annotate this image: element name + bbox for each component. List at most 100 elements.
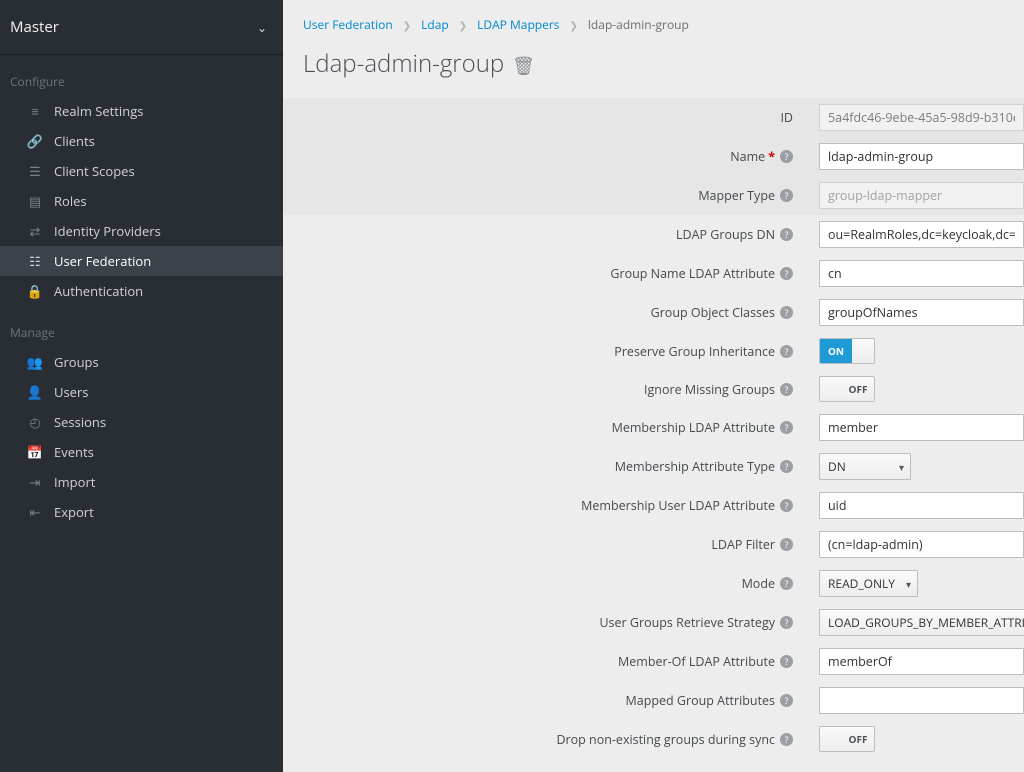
row-preserve-group-inheritance: Preserve Group Inheritance ? ON OFF xyxy=(283,332,1024,370)
sidebar-item-label: Export xyxy=(54,503,94,521)
chevron-right-icon: ❯ xyxy=(403,18,411,32)
breadcrumb-user-federation[interactable]: User Federation xyxy=(303,16,393,33)
label-mapper-type: Mapper Type xyxy=(698,187,775,204)
input-membership-user-ldap-attr[interactable] xyxy=(819,492,1024,519)
sidebar-item-events[interactable]: 📅 Events xyxy=(0,437,283,467)
sidebar-item-realm-settings[interactable]: ≡ Realm Settings xyxy=(0,96,283,126)
help-icon[interactable]: ? xyxy=(780,267,793,280)
sidebar-item-label: Client Scopes xyxy=(54,162,135,180)
label-user-groups-retrieve-strategy: User Groups Retrieve Strategy xyxy=(599,614,775,631)
select-mode[interactable]: READ_ONLY xyxy=(819,570,918,597)
sidebar-item-roles[interactable]: ▤ Roles xyxy=(0,186,283,216)
input-ldap-groups-dn[interactable] xyxy=(819,221,1024,248)
select-membership-attr-type[interactable]: DN xyxy=(819,453,911,480)
realm-selector[interactable]: Master ⌄ xyxy=(0,0,283,55)
help-icon[interactable]: ? xyxy=(780,383,793,396)
input-mapped-group-attributes[interactable] xyxy=(819,687,1024,714)
toggle-knob xyxy=(852,339,874,363)
breadcrumb-ldap[interactable]: Ldap xyxy=(421,16,449,33)
label-member-of-ldap-attr: Member-Of LDAP Attribute xyxy=(618,653,775,670)
export-icon: ⇤ xyxy=(28,503,42,521)
link-icon: 🔗 xyxy=(28,132,42,150)
scopes-icon: ☰ xyxy=(28,162,42,180)
toggle-knob xyxy=(820,377,842,401)
help-icon[interactable]: ? xyxy=(780,150,793,163)
input-ldap-filter[interactable] xyxy=(819,531,1024,558)
help-icon[interactable]: ? xyxy=(780,577,793,590)
required-asterisk-icon: * xyxy=(768,148,775,165)
exchange-icon: ⇄ xyxy=(28,222,42,240)
help-icon[interactable]: ? xyxy=(780,228,793,241)
row-membership-ldap-attr: Membership LDAP Attribute ? xyxy=(283,408,1024,447)
sidebar-item-client-scopes[interactable]: ☰ Client Scopes xyxy=(0,156,283,186)
select-user-groups-retrieve-strategy[interactable]: LOAD_GROUPS_BY_MEMBER_ATTRIBUTE xyxy=(819,609,1024,636)
chevron-right-icon: ❯ xyxy=(459,18,467,32)
row-ignore-missing-groups: Ignore Missing Groups ? ON OFF xyxy=(283,370,1024,408)
chevron-right-icon: ❯ xyxy=(570,18,578,32)
help-icon[interactable]: ? xyxy=(780,616,793,629)
select-value: LOAD_GROUPS_BY_MEMBER_ATTRIBUTE xyxy=(828,614,1024,631)
user-icon: 👤 xyxy=(28,383,42,401)
label-membership-user-ldap-attr: Membership User LDAP Attribute xyxy=(581,497,775,514)
sidebar-item-label: Authentication xyxy=(54,282,143,300)
sidebar-item-label: Groups xyxy=(54,353,99,371)
sidebar-item-groups[interactable]: 👥 Groups xyxy=(0,347,283,377)
help-icon[interactable]: ? xyxy=(780,694,793,707)
chevron-down-icon: ⌄ xyxy=(257,19,267,36)
help-icon[interactable]: ? xyxy=(780,421,793,434)
page-header: Ldap-admin-group 🗑 xyxy=(283,35,1024,98)
section-configure-label: Configure xyxy=(0,55,283,96)
help-icon[interactable]: ? xyxy=(780,306,793,319)
input-group-name-ldap-attr[interactable] xyxy=(819,260,1024,287)
input-mapper-type xyxy=(819,182,1024,209)
sidebar-item-sessions[interactable]: ◴ Sessions xyxy=(0,407,283,437)
input-name[interactable] xyxy=(819,143,1024,170)
help-icon[interactable]: ? xyxy=(780,655,793,668)
sidebar-item-label: User Federation xyxy=(54,252,151,270)
help-icon[interactable]: ? xyxy=(780,345,793,358)
input-group-object-classes[interactable] xyxy=(819,299,1024,326)
label-id: ID xyxy=(780,109,793,126)
sidebar-item-clients[interactable]: 🔗 Clients xyxy=(0,126,283,156)
input-id xyxy=(819,104,1024,131)
sidebar-item-export[interactable]: ⇤ Export xyxy=(0,497,283,527)
sidebar-item-import[interactable]: ⇥ Import xyxy=(0,467,283,497)
toggle-ignore-missing-groups[interactable]: ON OFF xyxy=(819,376,875,402)
row-mode: Mode ? READ_ONLY xyxy=(283,564,1024,603)
sidebar-item-label: Events xyxy=(54,443,94,461)
label-drop-nonexisting-groups: Drop non-existing groups during sync xyxy=(556,731,775,748)
breadcrumb-ldap-mappers[interactable]: LDAP Mappers xyxy=(477,16,559,33)
sidebar-item-identity-providers[interactable]: ⇄ Identity Providers xyxy=(0,216,283,246)
database-icon: ☷ xyxy=(28,252,42,270)
toggle-off-label: OFF xyxy=(842,727,874,751)
import-icon: ⇥ xyxy=(28,473,42,491)
label-mapped-group-attributes: Mapped Group Attributes xyxy=(626,692,776,709)
row-user-groups-retrieve-strategy: User Groups Retrieve Strategy ? LOAD_GRO… xyxy=(283,603,1024,642)
toggle-preserve-group-inheritance[interactable]: ON OFF xyxy=(819,338,875,364)
help-icon[interactable]: ? xyxy=(780,538,793,551)
row-mapped-group-attributes: Mapped Group Attributes ? xyxy=(283,681,1024,720)
lock-icon: 🔒 xyxy=(28,282,42,300)
toggle-drop-nonexisting-groups[interactable]: ON OFF xyxy=(819,726,875,752)
calendar-icon: 📅 xyxy=(28,443,42,461)
input-member-of-ldap-attr[interactable] xyxy=(819,648,1024,675)
toggle-on-label: ON xyxy=(820,339,852,363)
select-value: DN xyxy=(828,458,846,475)
nav-configure: ≡ Realm Settings 🔗 Clients ☰ Client Scop… xyxy=(0,96,283,306)
help-icon[interactable]: ? xyxy=(780,189,793,202)
sidebar-item-label: Realm Settings xyxy=(54,102,143,120)
input-membership-ldap-attr[interactable] xyxy=(819,414,1024,441)
trash-icon[interactable]: 🗑 xyxy=(512,54,535,78)
sidebar-item-label: Import xyxy=(54,473,95,491)
breadcrumb-current: ldap-admin-group xyxy=(588,16,689,33)
sidebar: Master ⌄ Configure ≡ Realm Settings 🔗 Cl… xyxy=(0,0,283,772)
label-group-name-ldap-attr: Group Name LDAP Attribute xyxy=(610,265,775,282)
sidebar-item-users[interactable]: 👤 Users xyxy=(0,377,283,407)
help-icon[interactable]: ? xyxy=(780,499,793,512)
help-icon[interactable]: ? xyxy=(780,733,793,746)
label-group-object-classes: Group Object Classes xyxy=(651,304,775,321)
toggle-knob xyxy=(820,727,842,751)
sidebar-item-authentication[interactable]: 🔒 Authentication xyxy=(0,276,283,306)
help-icon[interactable]: ? xyxy=(780,460,793,473)
sidebar-item-user-federation[interactable]: ☷ User Federation xyxy=(0,246,283,276)
